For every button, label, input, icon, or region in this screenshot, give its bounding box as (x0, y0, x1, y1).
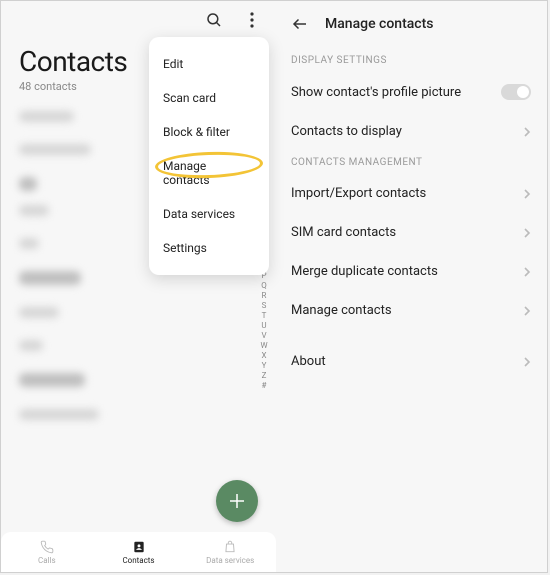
menu-item-data-services[interactable]: Data services (149, 197, 269, 231)
back-icon[interactable] (289, 13, 311, 35)
row-label: Merge duplicate contacts (291, 264, 438, 279)
more-icon[interactable] (241, 9, 263, 31)
alpha-letter[interactable]: Z (259, 371, 269, 381)
menu-item-manage-contacts[interactable]: Manage contacts (149, 149, 269, 197)
alpha-letter[interactable]: Y (259, 361, 269, 371)
settings-row-sim-card-contacts[interactable]: SIM card contacts (275, 213, 547, 252)
settings-row-contacts-to-display[interactable]: Contacts to display (275, 112, 547, 151)
row-label: Manage contacts (291, 303, 392, 318)
alpha-letter[interactable]: T (259, 311, 269, 321)
bottom-nav: Calls Contacts Data services (1, 532, 276, 572)
menu-item-label: Data services (163, 207, 235, 221)
section-label: DISPLAY SETTINGS (275, 49, 547, 72)
overflow-menu: Edit Scan card Block & filter Manage contac… (149, 37, 269, 275)
menu-item-label: Edit (163, 57, 183, 71)
row-label: Show contact's profile picture (291, 85, 461, 100)
nav-label: Contacts (122, 556, 154, 565)
alpha-letter[interactable]: Q (259, 281, 269, 291)
row-label: Contacts to display (291, 124, 402, 139)
phone-icon (39, 539, 55, 555)
settings-row-merge-duplicate-contacts[interactable]: Merge duplicate contacts (275, 252, 547, 291)
chevron-right-icon (523, 188, 531, 200)
alpha-letter[interactable]: S (259, 301, 269, 311)
menu-item-edit[interactable]: Edit (149, 47, 269, 81)
nav-contacts[interactable]: Contacts (93, 532, 185, 572)
toggle-switch[interactable] (501, 84, 531, 100)
chevron-right-icon (523, 305, 531, 317)
alpha-letter[interactable]: U (259, 321, 269, 331)
chevron-right-icon (523, 227, 531, 239)
menu-item-block-filter[interactable]: Block & filter (149, 115, 269, 149)
search-icon[interactable] (203, 9, 225, 31)
alpha-letter[interactable]: # (259, 381, 269, 391)
nav-data-services[interactable]: Data services (184, 532, 276, 572)
add-contact-fab[interactable] (216, 480, 258, 522)
contacts-screen: Contacts 48 contacts JKLMNOPQRSTUVWXYZ# … (1, 1, 275, 572)
screen-title: Manage contacts (325, 16, 433, 32)
alpha-letter[interactable]: R (259, 291, 269, 301)
nav-label: Calls (38, 556, 56, 565)
menu-item-label: Scan card (163, 91, 216, 105)
nav-calls[interactable]: Calls (1, 532, 93, 572)
row-label: SIM card contacts (291, 225, 396, 240)
menu-item-label: Block & filter (163, 125, 230, 139)
row-label: About (291, 354, 326, 369)
section-label: CONTACTS MANAGEMENT (275, 151, 547, 174)
alpha-letter[interactable]: W (259, 341, 269, 351)
settings-row-manage-contacts[interactable]: Manage contacts (275, 291, 547, 330)
settings-row-show-contact-s-profile-picture[interactable]: Show contact's profile picture (275, 72, 547, 112)
manage-contacts-screen: Manage contacts DISPLAY SETTINGS Show con… (275, 1, 547, 572)
nav-label: Data services (206, 556, 254, 565)
alpha-letter[interactable]: V (259, 331, 269, 341)
chevron-right-icon (523, 126, 531, 138)
menu-item-scan-card[interactable]: Scan card (149, 81, 269, 115)
contacts-icon (131, 539, 147, 555)
bag-icon (222, 539, 238, 555)
menu-item-settings[interactable]: Settings (149, 231, 269, 265)
chevron-right-icon (523, 356, 531, 368)
settings-row-about[interactable]: About (275, 342, 547, 381)
alpha-letter[interactable]: X (259, 351, 269, 361)
settings-row-import-export-contacts[interactable]: Import/Export contacts (275, 174, 547, 213)
menu-item-label: Settings (163, 241, 207, 255)
chevron-right-icon (523, 266, 531, 278)
row-label: Import/Export contacts (291, 186, 426, 201)
menu-item-label: Manage contacts (163, 159, 210, 187)
